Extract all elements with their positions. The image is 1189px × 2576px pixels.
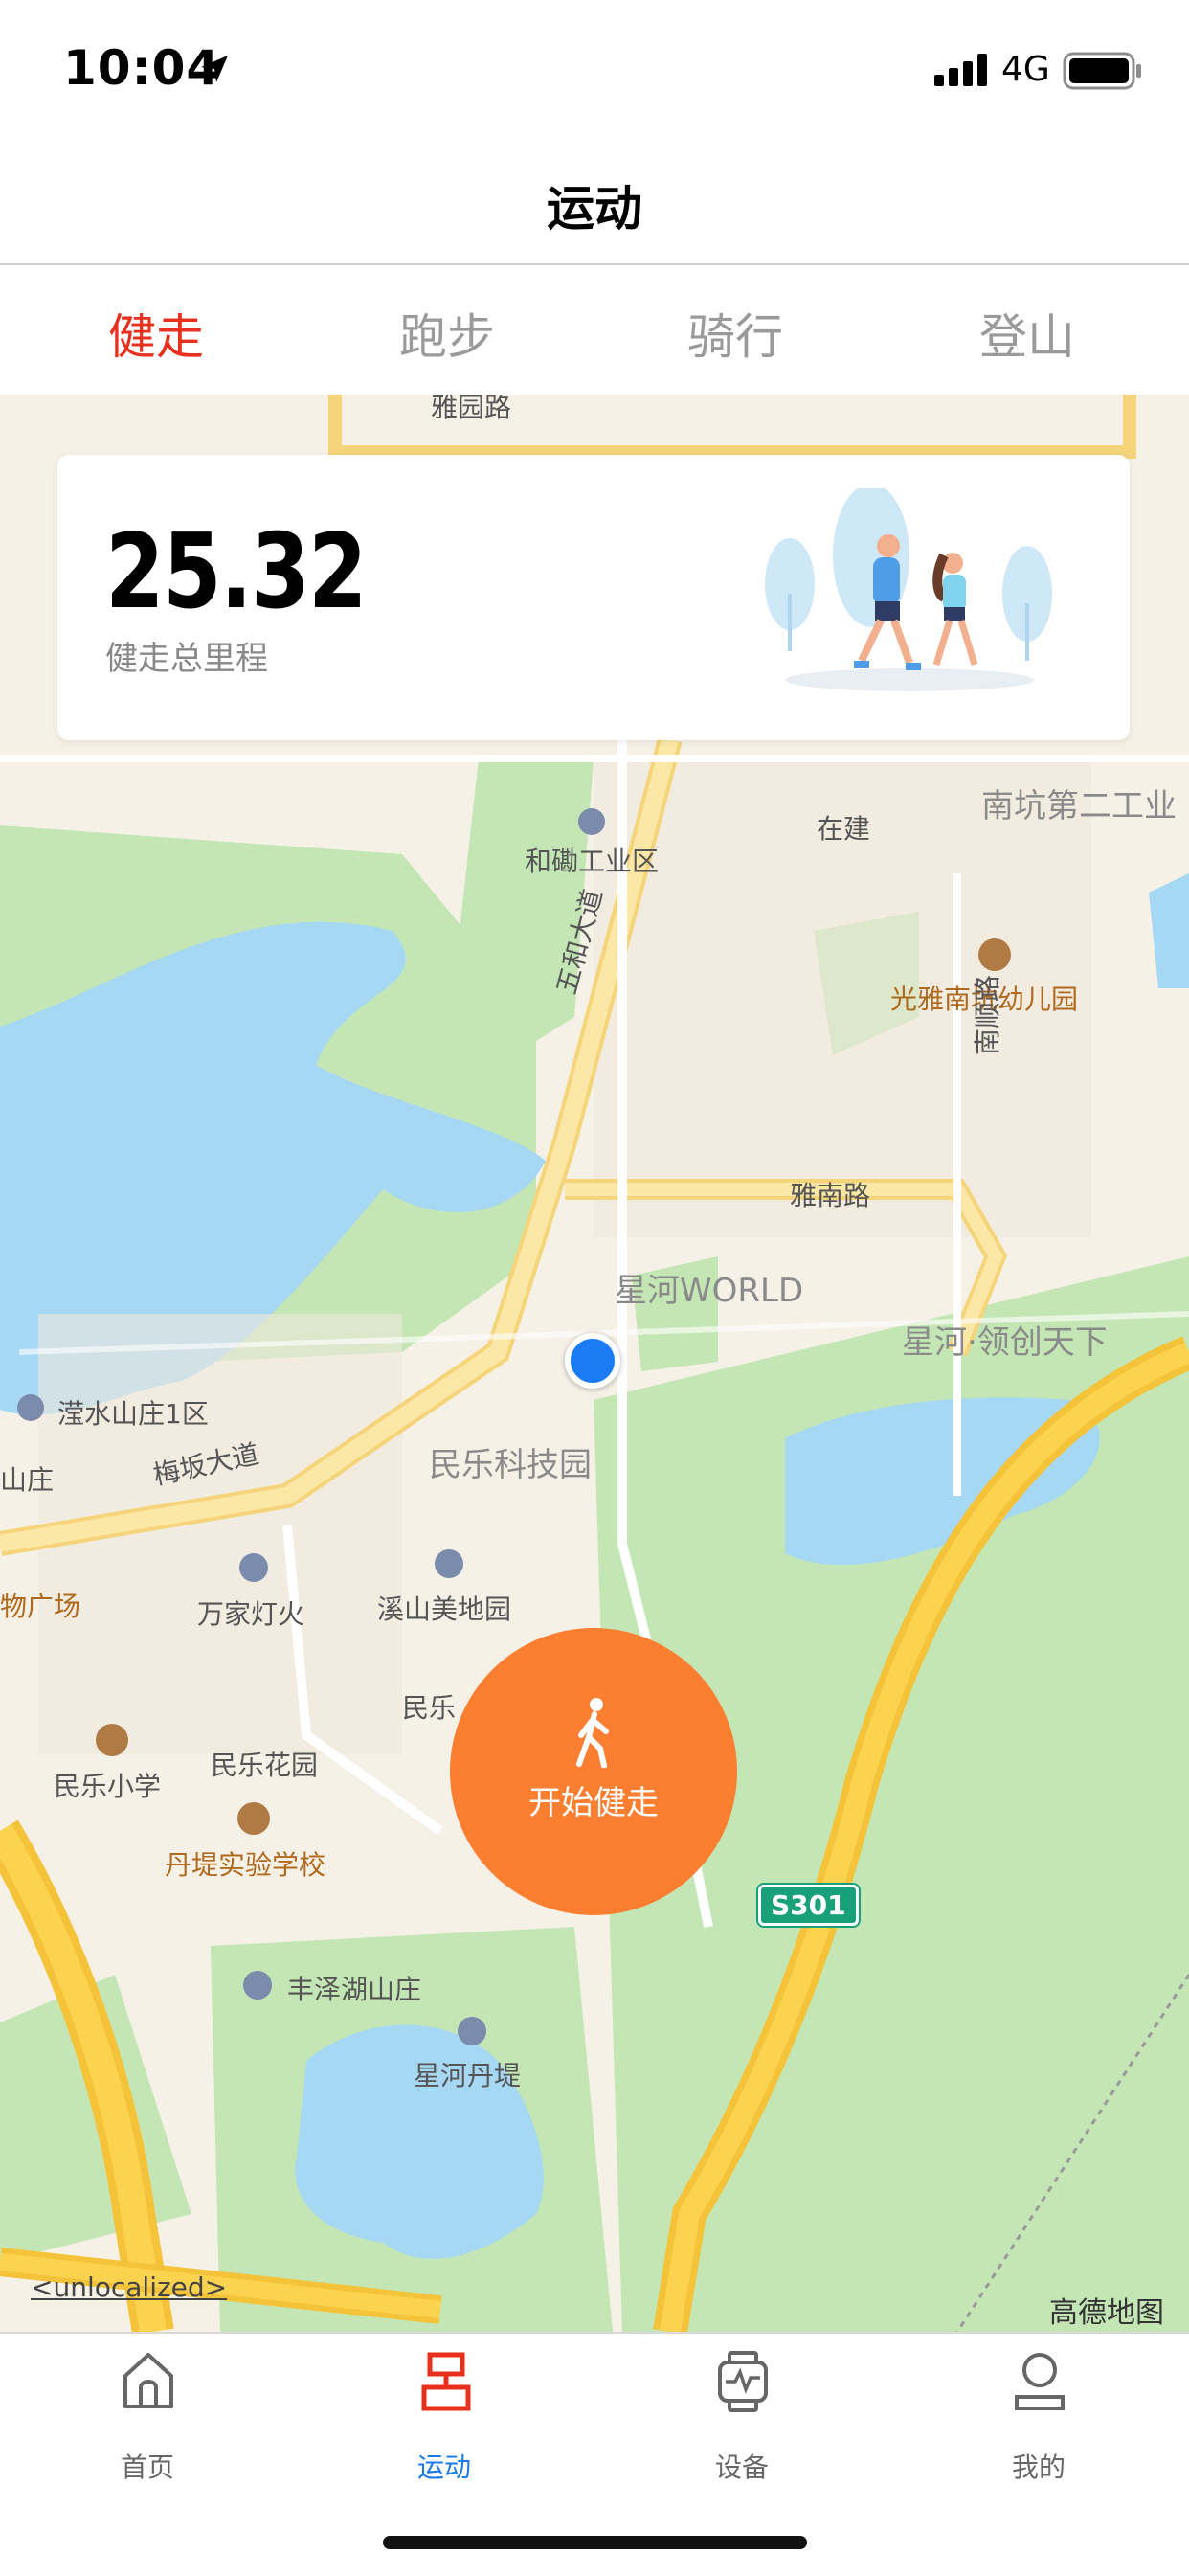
battery-icon: [1063, 52, 1141, 90]
home-icon: [123, 2353, 173, 2408]
start-walk-label: 开始健走: [528, 1784, 659, 1822]
map-label: 溪山美地园: [377, 1593, 512, 1625]
poi-building-icon: [578, 808, 605, 835]
poi-residential-icon: [458, 2017, 486, 2045]
map-label: 民乐: [402, 1692, 457, 1724]
device-icon: [718, 2351, 768, 2412]
tab-cycle[interactable]: 骑行: [630, 299, 841, 368]
location-arrow-icon: [201, 56, 228, 82]
poi-residential-icon: [243, 1971, 272, 2000]
map-label: 民乐花园: [211, 1750, 319, 1781]
poi-school-icon: [96, 1724, 128, 1756]
start-walk-button[interactable]: 开始健走: [450, 1628, 737, 1915]
highway-shield: S301: [758, 1885, 859, 1926]
map-label: 丹堤实验学校: [165, 1849, 326, 1881]
network-type: 4G: [1001, 50, 1050, 89]
walking-people-illustration: [765, 488, 1052, 691]
map-label: 物广场: [0, 1591, 81, 1622]
map-label: 星河WORLD: [615, 1272, 804, 1310]
tabbar-label-home: 首页: [120, 2452, 174, 2483]
signal-icon: [934, 54, 987, 86]
tabbar-label-sport: 运动: [416, 2452, 471, 2483]
poi-residential-icon: [17, 1394, 44, 1421]
profile-icon: [1015, 2353, 1065, 2410]
tab-run[interactable]: 跑步: [342, 299, 552, 368]
total-distance-label: 健走总里程: [105, 640, 268, 678]
map-label: 雅园路: [431, 395, 512, 423]
tab-climb[interactable]: 登山: [922, 299, 1133, 368]
map-label: 万家灯火: [197, 1598, 305, 1630]
home-indicator[interactable]: [383, 2536, 807, 2549]
current-location-marker: [565, 1333, 620, 1389]
poi-school-icon: [237, 1802, 270, 1835]
poi-residential-icon: [435, 1549, 463, 1578]
map-label: 民乐小学: [54, 1771, 162, 1802]
poi-school-icon: [978, 938, 1011, 971]
map-label: 民乐科技园: [429, 1446, 592, 1484]
page-title: 运动: [547, 181, 642, 237]
walking-person-icon: [576, 1698, 609, 1768]
map-attribution-unlocalized: <unlocalized>: [31, 2271, 228, 2303]
map-label: 星河丹堤: [414, 2060, 522, 2091]
tabbar-label-profile: 我的: [1011, 2452, 1066, 2483]
tab-walk[interactable]: 健走: [51, 299, 261, 368]
map-label: 雅南路: [790, 1180, 871, 1211]
map-label: 南顺路: [972, 974, 1003, 1055]
map-label: 山庄: [0, 1464, 55, 1496]
sport-icon: [421, 2352, 471, 2411]
map-label: 在建: [817, 813, 871, 845]
map-label: 丰泽湖山庄: [287, 1974, 422, 2005]
map-label: 和磡工业区: [525, 846, 660, 877]
tabbar-label-device: 设备: [714, 2452, 769, 2483]
map-label: 星河·领创天下: [902, 1323, 1108, 1362]
map-provider-logo: 高德地图: [1049, 2296, 1164, 2330]
total-distance-value: 25.32: [105, 512, 368, 632]
poi-residential-icon: [239, 1553, 268, 1582]
map-label: 南坑第二工业: [981, 787, 1177, 825]
map-label: 滢水山庄1区: [57, 1398, 209, 1430]
